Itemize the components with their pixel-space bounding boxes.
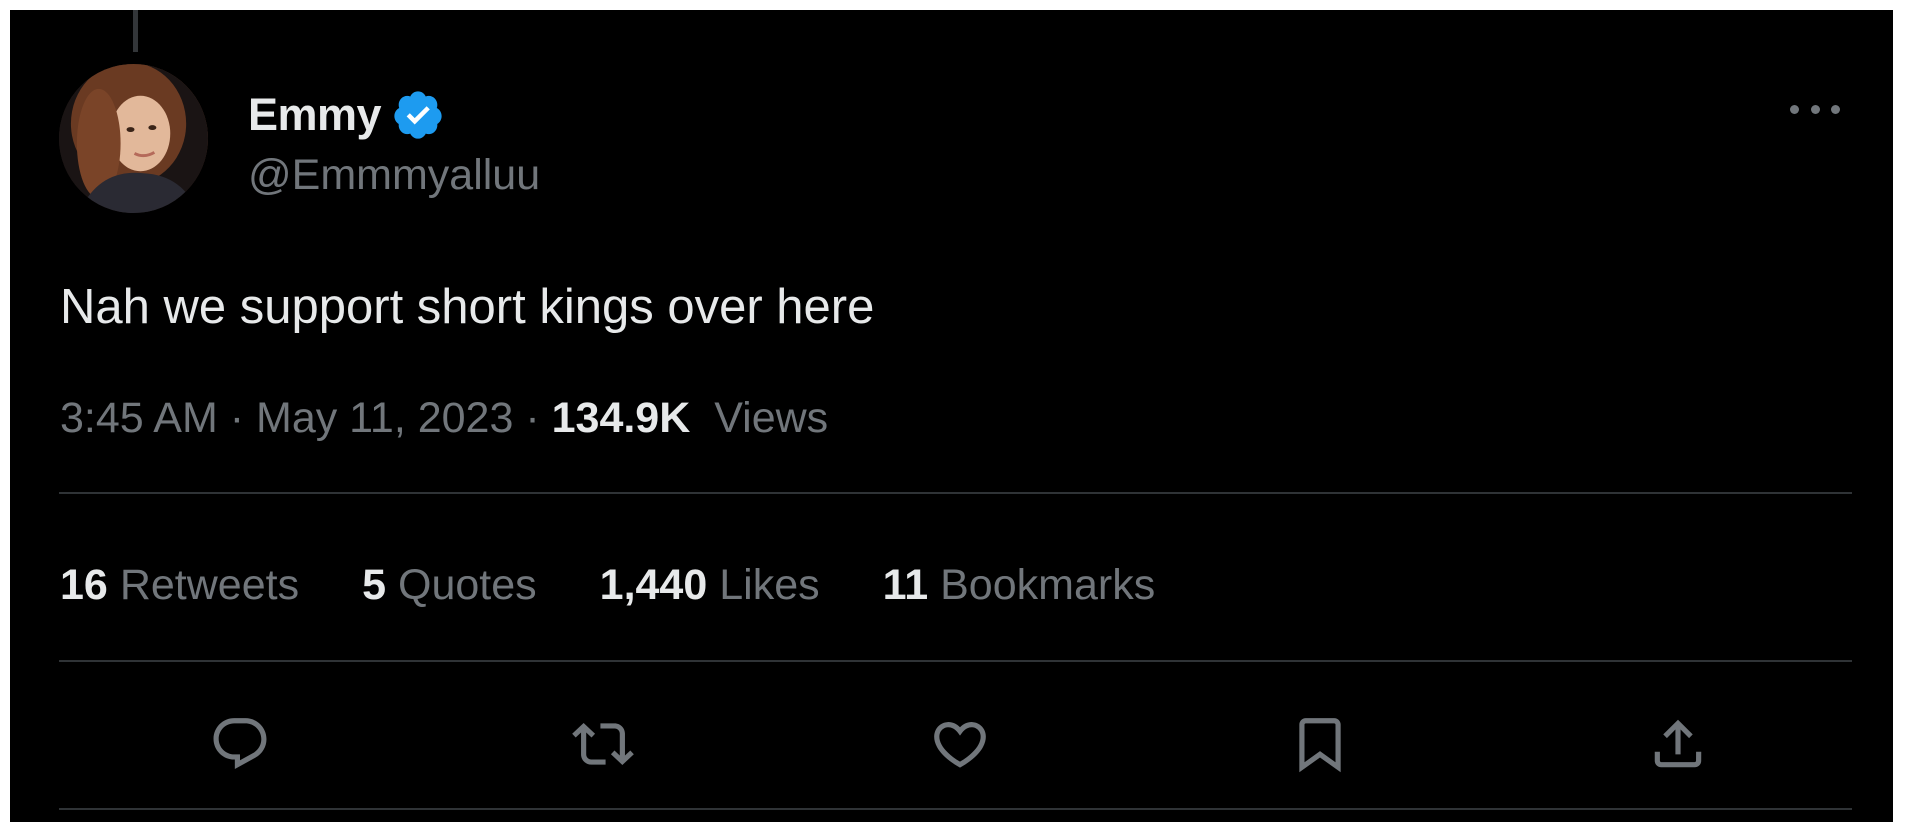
meta-separator: · (525, 394, 552, 442)
reply-icon (213, 718, 267, 770)
more-options-icon[interactable] (1790, 94, 1840, 124)
stat-label: Quotes (398, 561, 537, 609)
meta-separator: · (229, 394, 256, 442)
author-name-row[interactable]: Emmy (248, 88, 445, 142)
tweet-text: Nah we support short kings over here (60, 280, 875, 334)
retweet-button[interactable] (570, 711, 636, 777)
stat-likes[interactable]: 1,440 Likes (600, 561, 820, 610)
author-display-name[interactable]: Emmy (248, 89, 382, 141)
more-dot (1831, 104, 1840, 114)
verified-badge-icon (394, 91, 442, 139)
author-handle[interactable]: @Emmmyalluu (248, 151, 540, 200)
more-dot (1790, 104, 1799, 114)
stat-label: Bookmarks (940, 561, 1156, 609)
tweet-time[interactable]: 3:45 AM (60, 394, 218, 442)
avatar[interactable] (59, 64, 208, 213)
share-icon (1654, 719, 1702, 768)
tweet-card: Emmy @Emmmyalluu Nah we support short ki… (10, 10, 1893, 822)
more-dot (1810, 104, 1820, 114)
views-label[interactable]: Views (714, 394, 828, 442)
tweet-stats: 16 Retweets 5 Quotes 1,440 Likes 11 Bookmark… (60, 561, 1218, 610)
stat-count: 16 (60, 561, 108, 609)
divider-middle (59, 660, 1852, 662)
retweet-icon (572, 723, 634, 765)
thread-connector-line (133, 10, 138, 52)
divider-top (59, 492, 1852, 494)
divider-bottom (59, 808, 1852, 810)
stat-count: 1,440 (599, 561, 708, 609)
share-button[interactable] (1645, 711, 1711, 777)
tweet-meta: 3:45 AM · May 11, 2023 · 134.9K Views (60, 394, 828, 443)
stat-label: Likes (719, 561, 820, 609)
bookmark-icon (1299, 718, 1341, 773)
like-icon (934, 722, 986, 768)
stat-label: Retweets (119, 561, 300, 609)
action-bar (10, 711, 1893, 781)
views-count[interactable]: 134.9K (552, 394, 691, 442)
stat-bookmarks[interactable]: 11 Bookmarks (883, 561, 1156, 610)
avatar-image (59, 64, 208, 213)
reply-button[interactable] (207, 711, 273, 777)
bookmark-button[interactable] (1287, 711, 1353, 777)
stat-retweets[interactable]: 16 Retweets (60, 561, 299, 610)
tweet-date[interactable]: May 11, 2023 (256, 394, 513, 442)
stat-count: 11 (882, 561, 929, 609)
like-button[interactable] (927, 711, 993, 777)
stat-quotes[interactable]: 5 Quotes (362, 561, 537, 610)
stat-count: 5 (362, 561, 387, 609)
